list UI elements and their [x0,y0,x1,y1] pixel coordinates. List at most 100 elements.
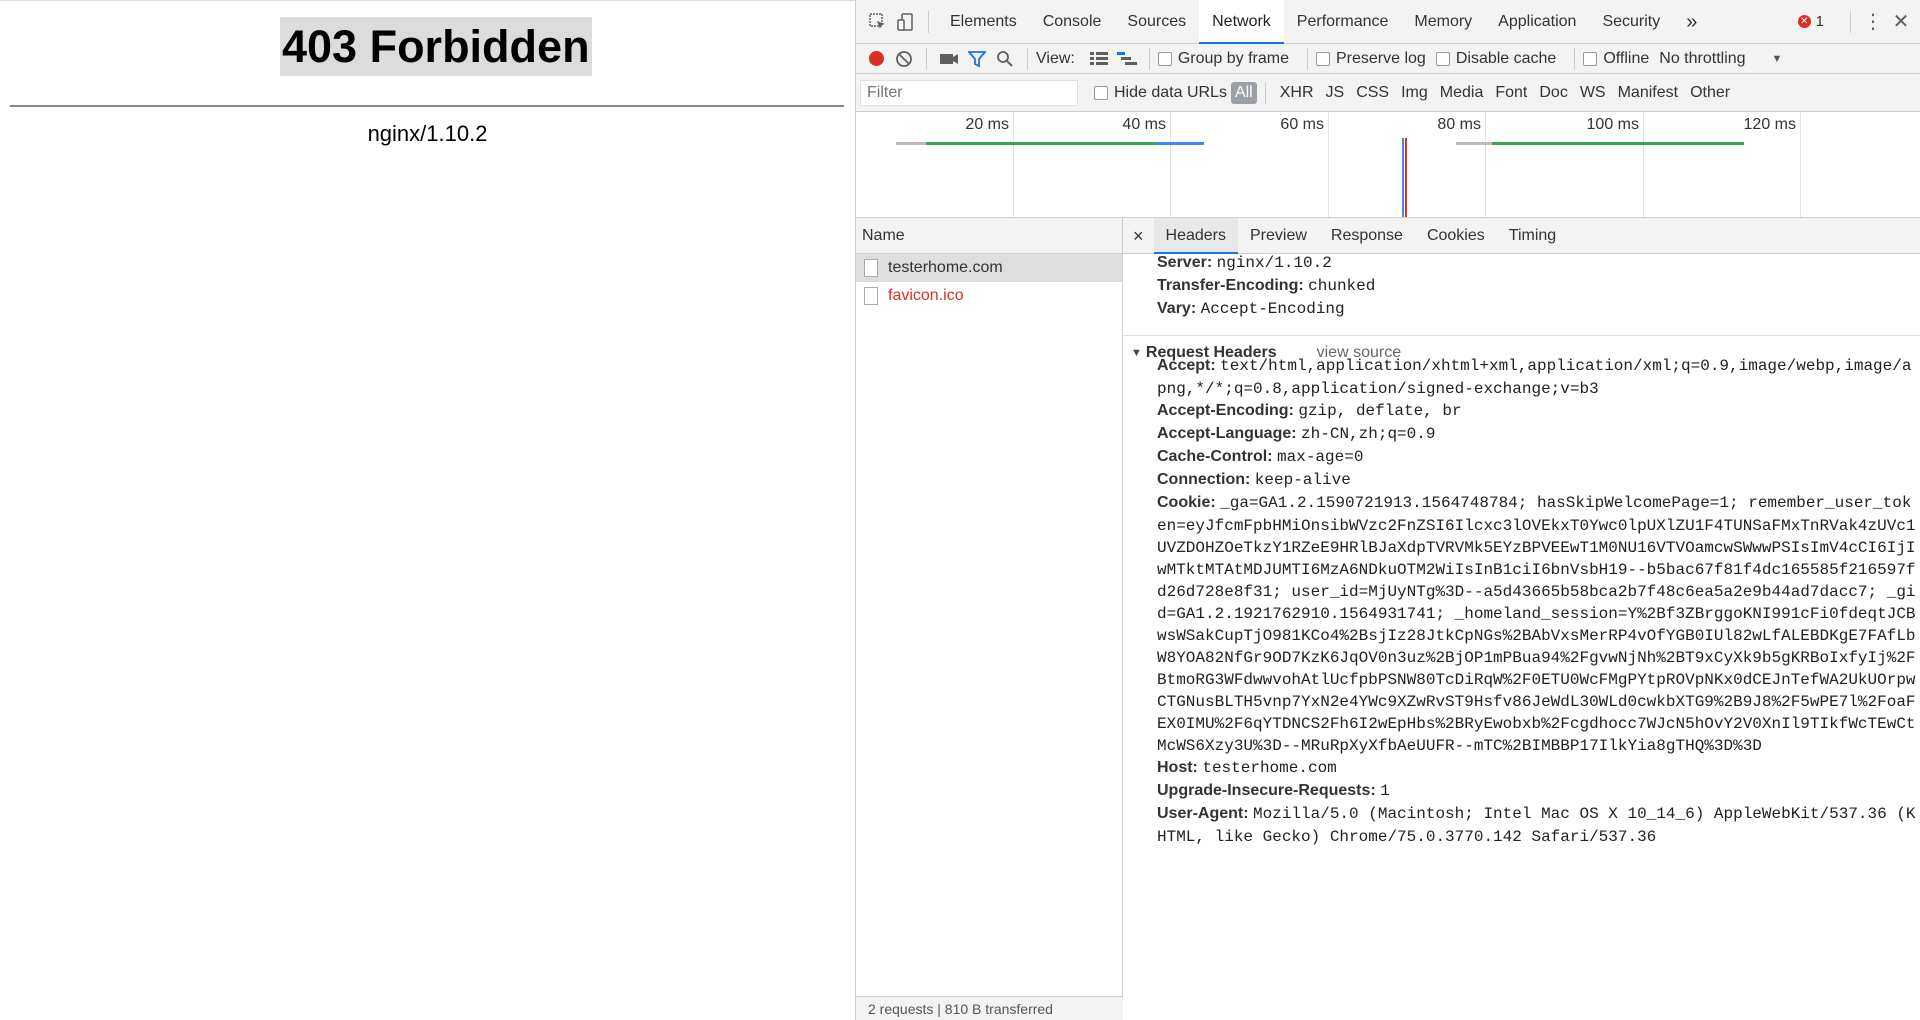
tab-elements[interactable]: Elements [937,0,1030,44]
timeline-gridline [1643,112,1644,217]
record-icon[interactable] [862,45,890,73]
close-icon[interactable]: ✕ [1887,8,1915,36]
request-row[interactable]: favicon.ico [856,282,1122,310]
timeline-gridline [1485,112,1486,217]
header-name: Accept-Encoding: [1157,402,1294,419]
tab-sources[interactable]: Sources [1114,0,1199,44]
filter-type-js[interactable]: JS [1320,84,1351,102]
more-options-icon[interactable]: ⋮ [1859,8,1887,36]
inspect-element-icon[interactable] [864,8,892,36]
detail-tab-timing[interactable]: Timing [1497,218,1568,254]
header-value: text/html,application/xhtml+xml,applicat… [1220,357,1912,375]
filter-input[interactable] [860,79,1078,106]
header-value-continuation: McWS6Xzy3U%3D--MRuRpXyXfbAeUUFR--mTC%2BI… [1157,737,1762,755]
throttling-select[interactable]: No throttling ▼ [1659,50,1782,68]
request-name: favicon.ico [888,287,964,304]
header-row: Host: testerhome.com [1157,759,1337,777]
filter-type-xhr[interactable]: XHR [1274,84,1320,102]
tab-application[interactable]: Application [1485,0,1589,44]
group-by-frame-checkbox[interactable] [1157,51,1172,66]
disable-cache-checkbox[interactable] [1435,51,1450,66]
filter-type-font[interactable]: Font [1489,84,1533,102]
request-list: Name testerhome.com favicon.ico 2 request… [856,218,1123,1020]
header-name: Cache-Control: [1157,448,1273,465]
header-row: Transfer-Encoding: chunked [1157,277,1375,295]
status-bar: 2 requests | 810 B transferred [856,996,1123,1020]
filter-type-doc[interactable]: Doc [1533,84,1573,102]
header-value-continuation: BtmoRG3WFdwwvohAtlUcfpbPSNW80TcDiRqW%2F0… [1157,671,1916,689]
header-name: Server: [1157,254,1213,271]
filter-bar: Hide data URLs All XHRJSCSSImgMediaFontDo… [856,74,1920,112]
filter-type-other[interactable]: Other [1684,84,1736,102]
detail-tab-cookies[interactable]: Cookies [1415,218,1497,254]
filter-type-ws[interactable]: WS [1574,84,1612,102]
large-rows-icon[interactable] [1085,45,1113,73]
name-column-header[interactable]: Name [856,218,1122,254]
header-row: Connection: keep-alive [1157,471,1351,489]
filter-type-all[interactable]: All [1230,81,1257,104]
header-value: keep-alive [1254,471,1351,489]
close-details-icon[interactable]: × [1123,218,1154,254]
header-row: User-Agent: Mozilla/5.0 (Macintosh; Inte… [1157,805,1916,823]
tab-console[interactable]: Console [1030,0,1115,44]
devtools-tabs: Elements Console Sources Network Performance… [937,0,1673,44]
timeline-gridline [1328,112,1329,217]
devtools-panel: Elements Console Sources Network Performance… [855,0,1920,1020]
screenshot-camera-icon[interactable] [935,45,963,73]
view-label: View: [1036,49,1075,67]
timeline-tick-label: 80 ms [1437,116,1481,133]
timeline-gridline [1013,112,1014,217]
triangle-down-icon: ▼ [1131,346,1142,359]
filter-type-img[interactable]: Img [1395,84,1434,102]
group-by-frame-label: Group by frame [1177,49,1289,67]
filter-type-media[interactable]: Media [1434,84,1490,102]
preserve-log-checkbox[interactable] [1316,51,1330,66]
header-value: Accept-Encoding [1200,300,1345,318]
separator [1307,47,1308,70]
request-details: ×HeadersPreviewResponseCookiesTiming Con… [1123,218,1920,1020]
header-value: zh-CN,zh;q=0.9 [1301,425,1436,443]
search-icon[interactable] [991,45,1019,73]
timeline-tick-label: 14 [1874,116,1920,134]
header-value-continuation: CTGNusBLTH5vnp7YxN2e4YWc9XZwRvST9Hsfv86J… [1157,693,1916,711]
hide-data-urls-label: Hide data URLs [1114,83,1227,101]
preserve-log-label: Preserve log [1336,49,1426,67]
web-page: 403 Forbidden nginx/1.10.2 [0,0,855,1020]
timeline-segment-green [1492,142,1744,145]
separator [926,47,927,70]
detail-tab-preview[interactable]: Preview [1238,218,1319,254]
tab-performance[interactable]: Performance [1284,0,1402,44]
header-name: Host: [1157,759,1198,776]
timeline-segment-blue [1156,142,1204,145]
request-row[interactable]: testerhome.com [856,254,1122,282]
error-counter[interactable]: ✕ 1 [1797,13,1824,30]
clear-icon[interactable] [890,45,918,73]
header-name: Vary: [1157,300,1197,317]
error-icon: ✕ [1797,15,1811,28]
more-tabs-button[interactable]: » [1673,0,1710,44]
document-icon [864,287,878,305]
waterfall-icon[interactable] [1113,45,1141,73]
filter-type-css[interactable]: CSS [1350,84,1395,102]
offline-checkbox[interactable] [1583,51,1598,66]
header-value-continuation: d26d728e8f31; user_id=MjUyNTg%3D--a5d436… [1157,583,1916,601]
filter-type-manifest[interactable]: Manifest [1612,84,1684,102]
tab-network[interactable]: Network [1199,0,1284,44]
timeline-segment-gray [1456,142,1492,145]
header-name: Transfer-Encoding: [1157,277,1304,294]
timeline-segment-gray [896,142,926,145]
device-toolbar-icon[interactable] [892,8,920,36]
detail-tab-headers[interactable]: Headers [1153,218,1238,254]
detail-tab-response[interactable]: Response [1319,218,1415,254]
network-overview-timeline: 20 ms 40 ms 60 ms 80 ms 100 ms 120 ms 14 [856,112,1920,218]
tab-memory[interactable]: Memory [1401,0,1485,44]
header-name: Connection: [1157,471,1251,488]
header-value-continuation: wsWSakCupTjO981KCo4%2BsjIz28JtkCpNGs%2BA… [1157,627,1916,645]
header-value-continuation: png,*/*;q=0.8,application/signed-exchang… [1157,380,1599,398]
header-value-continuation: W8YOA82NfGr9OD7KzK6JqOV0n3uz%2BjOP1mPBua… [1157,649,1916,667]
tab-security[interactable]: Security [1589,0,1673,44]
hide-data-urls-checkbox[interactable] [1094,85,1108,100]
timeline-gridline [1170,112,1171,217]
filter-icon[interactable] [963,45,991,73]
header-value: max-age=0 [1277,448,1364,466]
